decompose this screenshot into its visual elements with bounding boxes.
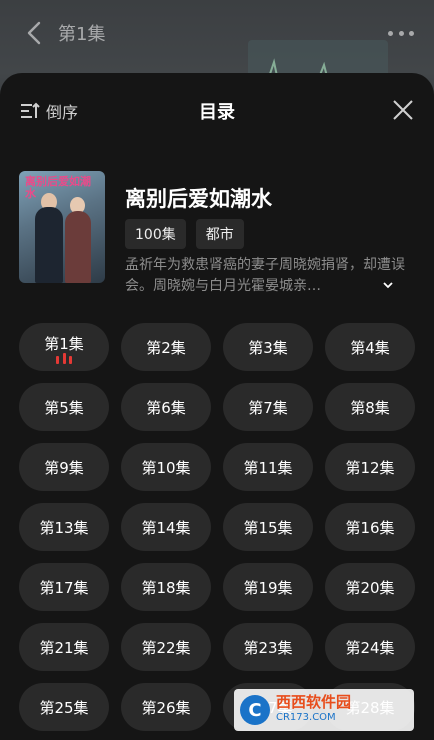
site-watermark: C 西西软件园 CR173.COM [234,689,414,731]
episode-label: 第5集 [44,398,84,417]
episode-label: 第17集 [39,578,89,597]
chevron-left-icon[interactable] [22,20,48,46]
episode-label: 第20集 [345,578,395,597]
drama-poster: 离别后爱如潮水 [19,171,105,283]
episode-label: 第4集 [350,338,390,357]
episode-button[interactable]: 第9集 [19,443,109,491]
episode-button[interactable]: 第3集 [223,323,313,371]
episode-label: 第18集 [141,578,191,597]
episode-button[interactable]: 第15集 [223,503,313,551]
episode-button[interactable]: 第17集 [19,563,109,611]
genre-tag: 都市 [195,219,244,249]
episode-button[interactable]: 第14集 [121,503,211,551]
episode-button[interactable]: 第12集 [325,443,415,491]
episode-label: 第3集 [248,338,288,357]
episode-label: 第19集 [243,578,293,597]
episode-button[interactable]: 第10集 [121,443,211,491]
episode-button[interactable]: 第25集 [19,683,109,731]
episode-label: 第2集 [146,338,186,357]
sheet-header: 倒序 目录 [0,73,434,147]
episode-button[interactable]: 第24集 [325,623,415,671]
episode-label: 第12集 [345,458,395,477]
episode-button[interactable]: 第5集 [19,383,109,431]
drama-description[interactable]: 孟祈年为救患肾癌的妻子周晓婉捐肾，却遭误会。周晓婉与白月光霍晏城亲… [125,255,411,297]
episode-label: 第15集 [243,518,293,537]
episode-label: 第22集 [141,638,191,657]
drama-info: 离别后爱如潮水 离别后爱如潮水 100集 都市 孟祈年为救患肾癌的妻子周晓婉捐肾… [0,147,434,323]
episode-title: 第1集 [58,24,106,45]
episode-label: 第21集 [39,638,89,657]
episode-button[interactable]: 第1集 [19,323,109,371]
sheet-title: 目录 [199,102,235,123]
episode-button[interactable]: 第2集 [121,323,211,371]
chevron-down-icon[interactable] [382,279,394,291]
episode-count-tag: 100集 [125,219,186,249]
episode-button[interactable]: 第22集 [121,623,211,671]
episode-list-sheet: 倒序 目录 离别后爱如潮水 离别后爱如潮水 100集 都市 孟祈年为救患肾癌的妻… [0,73,434,740]
episode-button[interactable]: 第4集 [325,323,415,371]
episode-label: 第16集 [345,518,395,537]
episode-label: 第9集 [44,458,84,477]
episode-label: 第1集 [44,334,84,353]
episode-button[interactable]: 第26集 [121,683,211,731]
episode-button[interactable]: 第19集 [223,563,313,611]
poster-title: 离别后爱如潮水 [25,175,91,200]
episode-button[interactable]: 第16集 [325,503,415,551]
episode-button[interactable]: 第11集 [223,443,313,491]
episode-button[interactable]: 第6集 [121,383,211,431]
episode-label: 第26集 [141,698,191,717]
episode-label: 第7集 [248,398,288,417]
episode-button[interactable]: 第18集 [121,563,211,611]
episode-button[interactable]: 第21集 [19,623,109,671]
episode-label: 第13集 [39,518,89,537]
drama-title: 离别后爱如潮水 [125,187,272,211]
close-icon[interactable] [392,99,414,121]
episode-label: 第11集 [243,458,293,477]
episode-label: 第6集 [146,398,186,417]
watermark-url: CR173.COM [276,712,336,723]
watermark-text: 西西软件园 [276,693,352,711]
episode-label: 第10集 [141,458,191,477]
episode-button[interactable]: 第23集 [223,623,313,671]
episode-button[interactable]: 第20集 [325,563,415,611]
episode-label: 第25集 [39,698,89,717]
now-playing-icon [56,353,72,364]
episode-label: 第8集 [350,398,390,417]
drama-tags: 100集 都市 [125,219,244,249]
watermark-logo: C [240,695,270,725]
player-top-bar: 第1集 [0,0,434,66]
episode-label: 第24集 [345,638,395,657]
episode-button[interactable]: 第7集 [223,383,313,431]
more-horizontal-icon[interactable] [388,28,414,38]
episode-label: 第23集 [243,638,293,657]
episode-button[interactable]: 第13集 [19,503,109,551]
episode-button[interactable]: 第8集 [325,383,415,431]
episode-label: 第14集 [141,518,191,537]
episode-grid: 第1集 第2集 第3集 第4集第5集 第6集 第7集 第8集第9集 第10集 第11集 第12集第… [19,323,415,731]
